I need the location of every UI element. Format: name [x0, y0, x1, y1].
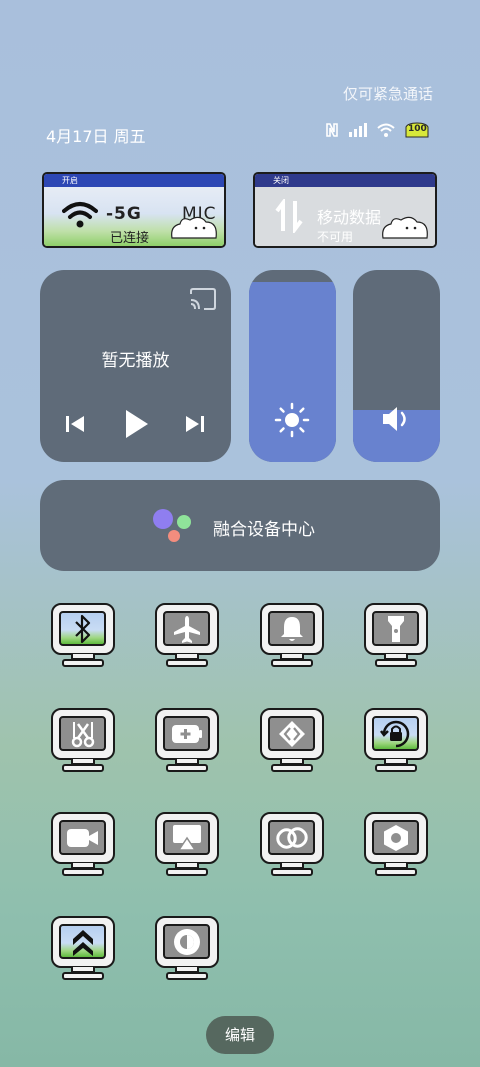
tv-screen — [155, 916, 219, 968]
cartoon-cat-icon — [379, 214, 431, 244]
tv-foot — [166, 659, 208, 667]
device-hub-card[interactable]: 融合设备中心 — [40, 480, 440, 571]
tv-foot — [62, 972, 104, 980]
tv-screen — [260, 812, 324, 864]
toggle-performance[interactable] — [48, 913, 118, 983]
status-icons: 100 — [324, 121, 430, 139]
media-player-card[interactable]: 暂无播放 — [40, 270, 231, 462]
tv-foot — [62, 764, 104, 772]
tv-screen — [51, 812, 115, 864]
toggle-dark-mode[interactable] — [152, 913, 222, 983]
tv-foot — [271, 868, 313, 876]
wifi-status: 已连接 — [110, 231, 150, 246]
tv-screen — [364, 708, 428, 760]
mobile-data-tile[interactable]: 关闭 移动数据 不可用 — [253, 172, 437, 248]
tv-foot — [271, 764, 313, 772]
volume-slider[interactable] — [353, 270, 440, 462]
battery-saver-icon — [163, 716, 210, 751]
wifi-tile[interactable]: 开启 -5G MIC 已连接 — [42, 172, 226, 248]
cast-icon — [163, 820, 210, 855]
nfc-icon — [324, 122, 340, 138]
tv-foot — [271, 659, 313, 667]
toggle-flashlight[interactable] — [361, 600, 431, 670]
share-icon — [268, 716, 315, 751]
previous-track-button[interactable] — [64, 413, 86, 439]
link-icon — [268, 820, 315, 855]
toggle-bell[interactable] — [257, 600, 327, 670]
cartoon-cat-icon — [168, 214, 220, 244]
settings-hex-icon — [372, 820, 419, 855]
toggle-settings-hex[interactable] — [361, 809, 431, 879]
toggle-airplane[interactable] — [152, 600, 222, 670]
speaker-icon — [381, 404, 413, 438]
tv-screen — [364, 603, 428, 655]
tv-screen — [155, 812, 219, 864]
wifi-tile-status-bar: 开启 — [44, 174, 224, 187]
tv-screen — [51, 916, 115, 968]
tv-screen — [51, 708, 115, 760]
mobile-tile-body: 移动数据 不可用 — [255, 187, 435, 246]
tv-screen — [364, 812, 428, 864]
tv-foot — [166, 764, 208, 772]
screenshot-icon — [59, 716, 106, 751]
mobile-data-title: 移动数据 — [317, 208, 382, 227]
wifi-icon — [376, 122, 396, 138]
tv-screen — [51, 603, 115, 655]
wifi-icon — [62, 201, 98, 233]
emergency-calls-text: 仅可紧急通话 — [342, 85, 433, 103]
tv-foot — [375, 659, 417, 667]
tv-foot — [166, 868, 208, 876]
toggle-rotation-lock[interactable] — [361, 705, 431, 775]
media-title: 暂无播放 — [101, 351, 170, 371]
wifi-tile-body: -5G MIC 已连接 — [44, 187, 224, 246]
toggle-cast[interactable] — [152, 809, 222, 879]
wifi-ssid-left: -5G — [106, 204, 142, 224]
tv-screen — [260, 603, 324, 655]
tv-foot — [375, 868, 417, 876]
rotation-lock-icon — [372, 716, 419, 751]
signal-icon — [348, 122, 368, 138]
battery-level: 100 — [408, 124, 427, 134]
play-button[interactable] — [122, 408, 150, 444]
performance-icon — [59, 924, 106, 959]
data-arrows-icon — [275, 197, 303, 237]
tv-screen — [260, 708, 324, 760]
device-hub-label: 融合设备中心 — [213, 520, 315, 540]
tv-screen — [155, 708, 219, 760]
battery-icon: 100 — [404, 121, 430, 139]
hub-dots-icon — [152, 508, 196, 548]
mobile-data-status: 不可用 — [317, 230, 354, 244]
edit-button[interactable]: 编辑 — [206, 1016, 274, 1054]
toggle-screen-record[interactable] — [48, 809, 118, 879]
tv-screen — [155, 603, 219, 655]
tv-foot — [62, 868, 104, 876]
cast-icon[interactable] — [189, 288, 217, 314]
brightness-slider[interactable] — [249, 270, 336, 462]
toggle-screenshot[interactable] — [48, 705, 118, 775]
screen-record-icon — [59, 820, 106, 855]
date-text: 4月17日 周五 — [46, 127, 146, 146]
dark-mode-icon — [163, 924, 210, 959]
bluetooth-icon — [59, 611, 106, 646]
tv-foot — [166, 972, 208, 980]
airplane-icon — [163, 611, 210, 646]
toggle-link[interactable] — [257, 809, 327, 879]
tv-foot — [62, 659, 104, 667]
tv-foot — [375, 764, 417, 772]
mobile-tile-status-bar: 关闭 — [255, 174, 435, 187]
toggle-battery-saver[interactable] — [152, 705, 222, 775]
toggle-share[interactable] — [257, 705, 327, 775]
flashlight-icon — [372, 611, 419, 646]
next-track-button[interactable] — [184, 413, 206, 439]
sun-icon — [274, 402, 310, 442]
toggle-bluetooth[interactable] — [48, 600, 118, 670]
bell-icon — [268, 611, 315, 646]
